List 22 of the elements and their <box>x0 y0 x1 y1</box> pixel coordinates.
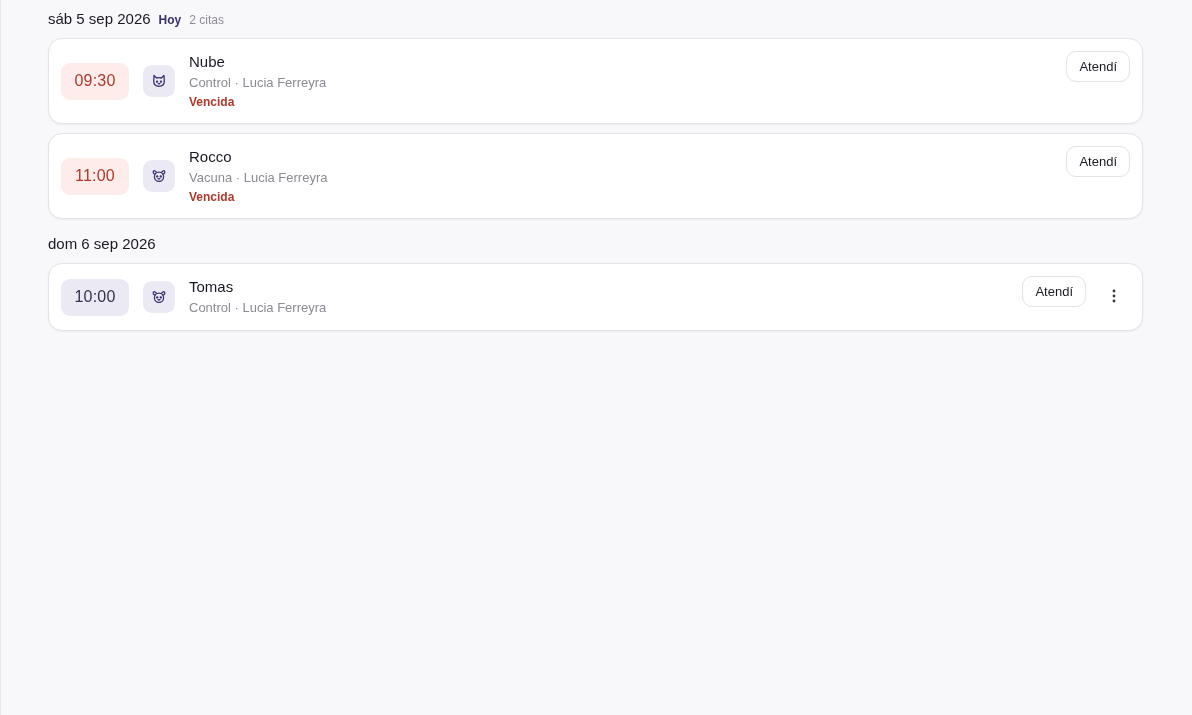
time-chip: 10:00 <box>61 278 129 316</box>
overdue-status: Vencida <box>189 189 236 206</box>
attended-button[interactable]: Atendí <box>1022 276 1086 307</box>
pet-name: Nube <box>189 52 226 72</box>
time-chip: 09:30 <box>61 62 129 100</box>
day-heading: sáb 5 sep 2026 <box>48 9 151 29</box>
appointment-detail: Control · Lucia Ferreyra <box>189 74 328 92</box>
pet-name: Rocco <box>189 147 233 167</box>
time-chip: 11:00 <box>61 157 129 195</box>
dog-face-icon <box>143 281 175 313</box>
overdue-status: Vencida <box>189 94 236 111</box>
day-heading: dom 6 sep 2026 <box>48 234 156 254</box>
dog-face-icon <box>143 160 175 192</box>
pet-name: Tomas <box>189 277 235 297</box>
today-label: Hoy <box>158 12 182 29</box>
attended-button[interactable]: Atendí <box>1066 51 1130 82</box>
attended-button[interactable]: Atendí <box>1066 146 1130 177</box>
more-icon <box>1112 289 1116 303</box>
appointment-count: 2 citas <box>189 12 224 29</box>
appointment-detail: Vacuna · Lucia Ferreyra <box>189 169 329 187</box>
appointment-detail: Control · Lucia Ferreyra <box>189 299 328 317</box>
cat-face-icon <box>143 65 175 97</box>
